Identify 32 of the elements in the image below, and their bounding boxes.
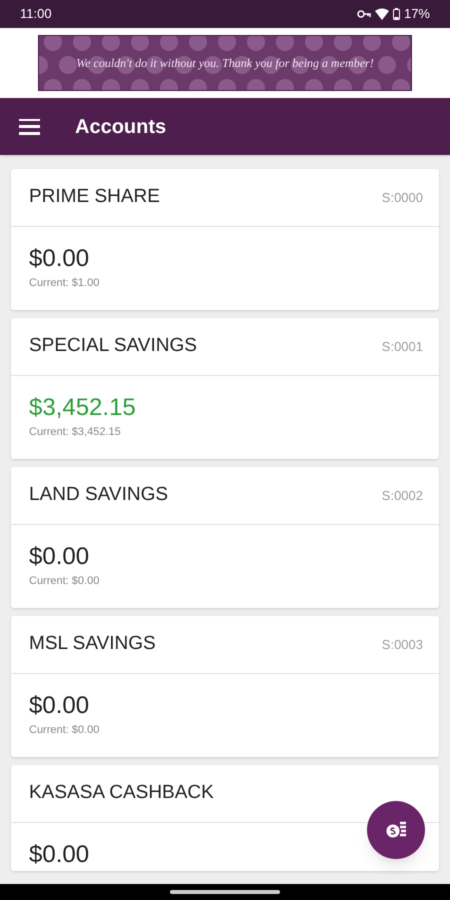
account-name: LAND SAVINGS — [29, 483, 168, 508]
account-number: S:0003 — [382, 636, 423, 654]
key-icon — [356, 10, 371, 18]
balance-amount: $0.00 — [29, 692, 90, 720]
account-number: S:0002 — [382, 486, 423, 505]
banner-text: We couldn't do it without you. Thank you for being a member! — [76, 55, 374, 72]
battery-icon — [392, 8, 400, 20]
balance-amount: $0.00 — [29, 245, 90, 273]
screen-title: Accounts — [75, 114, 166, 140]
account-card[interactable]: KASASA CASHBACK $0.00 — [11, 765, 439, 871]
account-name: KASASA CASHBACK — [29, 781, 214, 806]
coin-icon — [385, 820, 407, 840]
menu-button[interactable] — [19, 118, 40, 134]
account-card[interactable]: LAND SAVINGS S:0002 $0.00 Current: $0.00 — [11, 467, 439, 608]
current-balance: Current: $0.00 — [29, 574, 100, 589]
balance-amount: $0.00 — [29, 543, 90, 571]
account-number: S:0001 — [382, 338, 423, 356]
current-balance: Current: $3,452.15 — [29, 425, 122, 440]
wifi-icon — [374, 8, 389, 20]
current-balance: Current: $1.00 — [29, 276, 100, 291]
account-number: S:0000 — [382, 188, 423, 207]
account-name: PRIME SHARE — [29, 185, 160, 210]
current-balance: Current: $0.00 — [29, 723, 100, 738]
clock-time: 11:00 — [20, 5, 52, 24]
account-name: SPECIAL SAVINGS — [29, 334, 197, 358]
balance-amount: $0.00 — [29, 841, 90, 869]
battery-level: 17% — [404, 5, 430, 24]
account-card[interactable]: SPECIAL SAVINGS S:0001 $3,452.15 Current: $3,452.15 — [11, 318, 439, 459]
account-name: MSL SAVINGS — [29, 632, 156, 656]
account-card[interactable]: PRIME SHARE S:0000 $0.00 Current: $1.00 — [11, 169, 439, 310]
balance-amount: $3,452.15 — [29, 394, 137, 422]
account-card[interactable]: MSL SAVINGS S:0003 $0.00 Current: $0.00 — [11, 616, 439, 757]
